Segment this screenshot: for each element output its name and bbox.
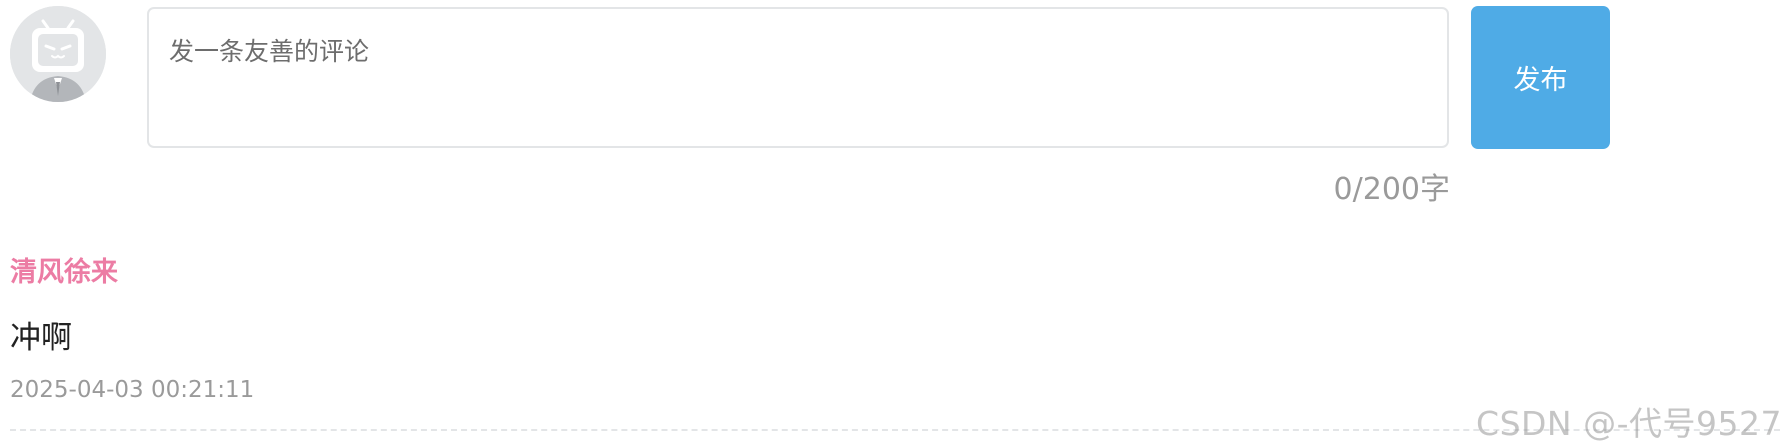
comment-input[interactable] — [147, 7, 1449, 148]
comment-section: 发布 0/200字 清风徐来 冲啊 2025-04-03 00:21:11 CS… — [0, 0, 1790, 448]
user-avatar — [10, 6, 106, 102]
comment-author: 清风徐来 — [10, 257, 118, 288]
watermark: CSDN @-代号9527 — [1476, 404, 1782, 443]
char-counter: 0/200字 — [1333, 172, 1450, 207]
comment-timestamp: 2025-04-03 00:21:11 — [10, 377, 255, 403]
publish-button[interactable]: 发布 — [1471, 6, 1610, 149]
comment-content: 冲啊 — [10, 320, 72, 356]
bilibili-tv-mascot-icon — [10, 6, 106, 102]
